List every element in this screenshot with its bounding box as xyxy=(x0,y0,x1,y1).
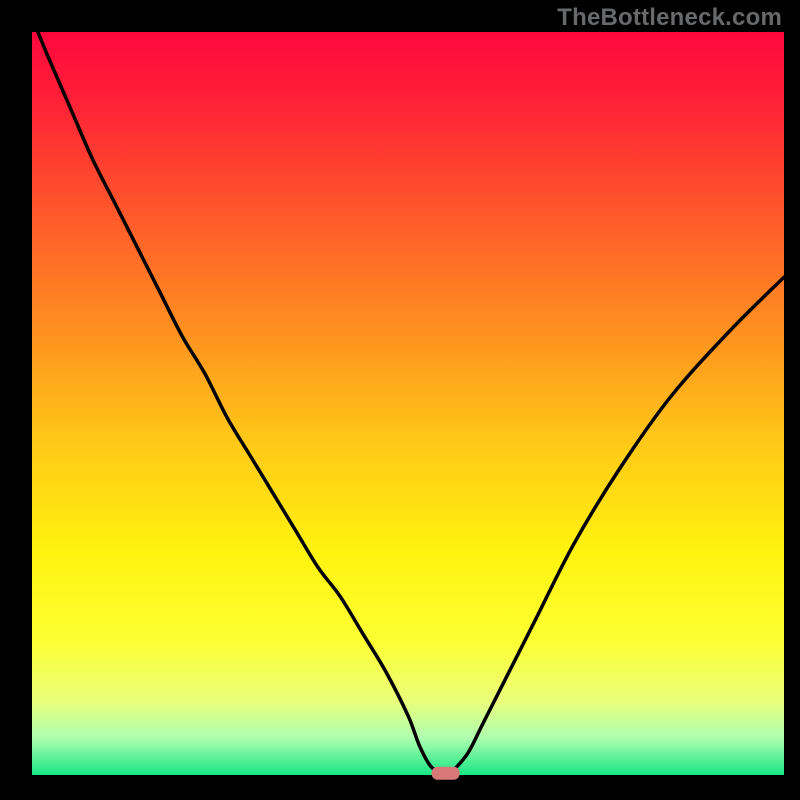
gradient-area xyxy=(32,32,784,775)
bottleneck-chart xyxy=(0,0,800,800)
minimum-marker xyxy=(432,767,460,780)
watermark-label: TheBottleneck.com xyxy=(557,4,782,32)
chart-frame: TheBottleneck.com xyxy=(0,0,800,800)
